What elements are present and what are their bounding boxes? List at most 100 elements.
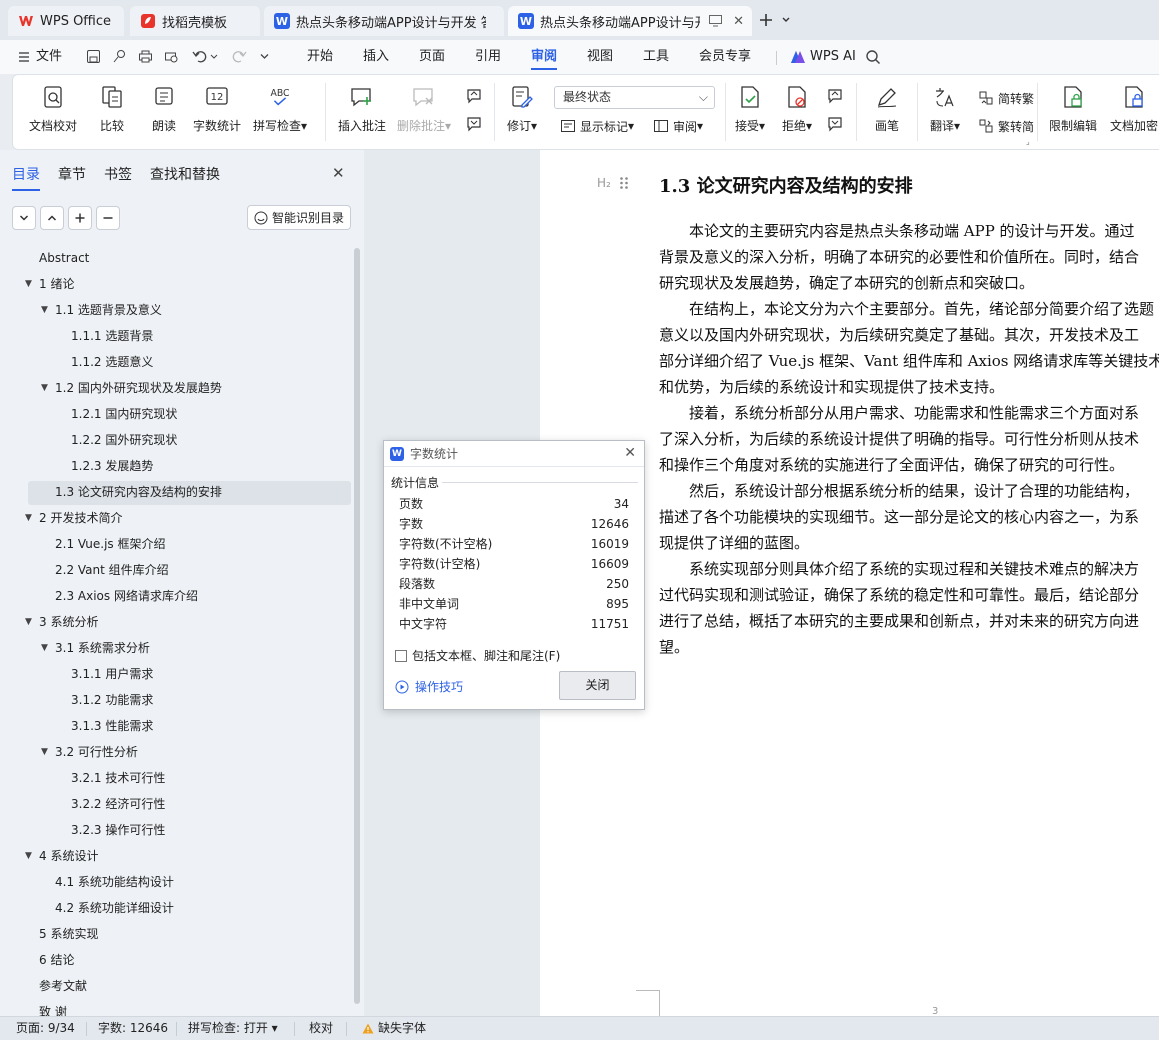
menu-page[interactable]: 页面 — [419, 40, 445, 74]
smart-toc-button[interactable]: 智能识别目录 — [247, 205, 351, 230]
chevron-down-icon[interactable] — [259, 51, 270, 62]
expand-button[interactable] — [40, 206, 64, 230]
caret-down-icon[interactable]: ▼ — [25, 610, 32, 634]
nav-scrollbar[interactable] — [354, 248, 360, 1004]
toc-item[interactable]: Abstract — [39, 246, 89, 270]
toc-item[interactable]: 6 结论 — [39, 948, 74, 972]
remove-heading-button[interactable] — [96, 206, 120, 230]
include-textbox-checkbox[interactable]: 包括文本框、脚注和尾注(F) — [395, 647, 560, 664]
encrypt-button[interactable]: 文档加密 — [1110, 83, 1158, 134]
caret-down-icon[interactable]: ▼ — [41, 376, 48, 400]
status-proof[interactable]: 校对 — [309, 1017, 333, 1040]
translate-button[interactable]: 翻译▾ — [930, 83, 960, 134]
tab-doc-defense[interactable]: W 热点头条移动端APP设计与开发 答辩稿 — [264, 6, 504, 36]
reject-button[interactable]: 拒绝▾ — [782, 83, 812, 134]
status-spell-check[interactable]: 拼写检查: 打开 ▾ — [188, 1017, 278, 1040]
show-markup-button[interactable]: 显示标记 ▾ — [559, 117, 634, 135]
toc-item[interactable]: 1.2.2 国外研究现状 — [71, 428, 177, 452]
menu-member[interactable]: 会员专享 — [699, 40, 751, 74]
status-missing-font[interactable]: 缺失字体 — [362, 1017, 426, 1040]
pen-button[interactable]: 画笔 — [874, 83, 900, 134]
menu-view[interactable]: 视图 — [587, 40, 613, 74]
menu-home[interactable]: 开始 — [307, 40, 333, 74]
insert-comment-button[interactable]: 插入批注 — [338, 83, 386, 134]
dialog-titlebar[interactable]: W 字数统计 — [384, 441, 644, 467]
wps-ai-icon[interactable] — [790, 50, 806, 64]
toc-item[interactable]: ▼ 1.1 选题背景及意义 — [41, 298, 162, 322]
toc-item[interactable]: ▼ 3 系统分析 — [25, 610, 98, 634]
to-simplified-button[interactable]: 繁转简 — [977, 117, 1034, 135]
compare-button[interactable]: 比较 — [99, 83, 125, 134]
toc-item[interactable]: 2.3 Axios 网络请求库介绍 — [55, 584, 198, 608]
toc-item[interactable]: 4.2 系统功能详细设计 — [55, 896, 174, 920]
toc-item[interactable]: 5 系统实现 — [39, 922, 98, 946]
new-tab-icon[interactable] — [758, 12, 774, 28]
toc-item[interactable]: ▼ 3.1 系统需求分析 — [41, 636, 150, 660]
toc-item[interactable]: 1.3 论文研究内容及结构的安排 — [55, 480, 222, 504]
toc-item[interactable]: 3.2.2 经济可行性 — [71, 792, 165, 816]
toc-item[interactable]: 2.2 Vant 组件库介绍 — [55, 558, 169, 582]
chevron-down-icon[interactable] — [210, 53, 218, 61]
dialog-close-button[interactable]: 关闭 — [559, 671, 636, 700]
menu-tools[interactable]: 工具 — [643, 40, 669, 74]
toc-item[interactable]: ▼ 4 系统设计 — [25, 844, 98, 868]
nav-tab-find-replace[interactable]: 查找和替换 — [150, 164, 220, 184]
toc-item[interactable]: 参考文献 — [39, 974, 87, 998]
toc-item[interactable]: ▼ 1 绪论 — [25, 272, 74, 296]
close-icon[interactable]: ✕ — [733, 14, 744, 29]
print-preview-icon[interactable] — [164, 49, 179, 64]
save-icon[interactable] — [86, 49, 101, 64]
collapse-button[interactable] — [12, 206, 36, 230]
toc-item[interactable]: 3.2.3 操作可行性 — [71, 818, 165, 842]
checkbox[interactable] — [395, 649, 407, 662]
tips-link[interactable]: 操作技巧 — [395, 678, 463, 695]
toc-item[interactable]: ▼ 3.2 可行性分析 — [41, 740, 138, 764]
spell-check-button[interactable]: ABC 拼写检查▾ — [253, 83, 307, 134]
to-traditional-button[interactable]: 简转繁 — [977, 89, 1034, 107]
toc-item[interactable]: 3.1.1 用户需求 — [71, 662, 153, 686]
toc-item[interactable]: 1.1.1 选题背景 — [71, 324, 153, 348]
screen-icon[interactable] — [709, 15, 722, 27]
caret-down-icon[interactable]: ▼ — [41, 740, 48, 764]
prev-comment-icon[interactable] — [465, 87, 483, 105]
menu-file[interactable]: 文件 — [36, 40, 62, 74]
toc-item[interactable]: 3.1.3 性能需求 — [71, 714, 153, 738]
drag-handle-icon[interactable] — [619, 176, 629, 190]
toc-item[interactable]: 3.2.1 技术可行性 — [71, 766, 165, 790]
toc-item[interactable]: ▼ 1.2 国内外研究现状及发展趋势 — [41, 376, 222, 400]
menu-insert[interactable]: 插入 — [363, 40, 389, 74]
tab-doc-main[interactable]: W 热点头条移动端APP设计与开发 ✕ — [508, 6, 752, 36]
undo-icon[interactable] — [192, 49, 207, 64]
word-count-button[interactable]: 12 字数统计 — [193, 83, 241, 134]
toc-item[interactable]: ▼ 2 开发技术简介 — [25, 506, 122, 530]
close-icon[interactable]: ✕ — [332, 164, 345, 182]
nav-tab-bookmark[interactable]: 书签 — [104, 164, 132, 184]
wps-ai-button[interactable]: WPS AI — [810, 40, 856, 74]
markup-state-select[interactable]: 最终状态 ⌵ — [554, 86, 715, 109]
print-icon[interactable] — [138, 49, 153, 64]
status-word-count[interactable]: 字数: 12646 — [98, 1017, 168, 1040]
prev-revision-icon[interactable] — [826, 87, 844, 105]
accept-button[interactable]: 接受▾ — [735, 83, 765, 134]
tab-wps-office[interactable]: WPS Office — [8, 6, 124, 36]
caret-down-icon[interactable]: ▼ — [41, 298, 48, 322]
toc-item[interactable]: 1.1.2 选题意义 — [71, 350, 153, 374]
caret-down-icon[interactable]: ▼ — [25, 844, 32, 868]
chevron-down-icon[interactable] — [781, 15, 791, 25]
menu-icon[interactable] — [18, 51, 30, 63]
expand-group-icon[interactable]: ⌟ — [1026, 137, 1030, 146]
nav-tab-toc[interactable]: 目录 — [12, 164, 40, 191]
toc-item[interactable]: 2.1 Vue.js 框架介绍 — [55, 532, 166, 556]
close-icon[interactable]: ✕ — [624, 445, 636, 461]
next-comment-icon[interactable] — [465, 115, 483, 133]
caret-down-icon[interactable]: ▼ — [25, 272, 32, 296]
menu-reference[interactable]: 引用 — [475, 40, 501, 74]
toc-item[interactable]: 1.2.1 国内研究现状 — [71, 402, 177, 426]
restrict-edit-button[interactable]: 限制编辑 — [1049, 83, 1097, 134]
status-page[interactable]: 页面: 9/34 — [16, 1017, 75, 1040]
tab-docer[interactable]: 找稻壳模板 — [130, 6, 260, 36]
caret-down-icon[interactable]: ▼ — [25, 506, 32, 530]
next-revision-icon[interactable] — [826, 115, 844, 133]
toc-item[interactable]: 1.2.3 发展趋势 — [71, 454, 153, 478]
add-heading-button[interactable] — [68, 206, 92, 230]
